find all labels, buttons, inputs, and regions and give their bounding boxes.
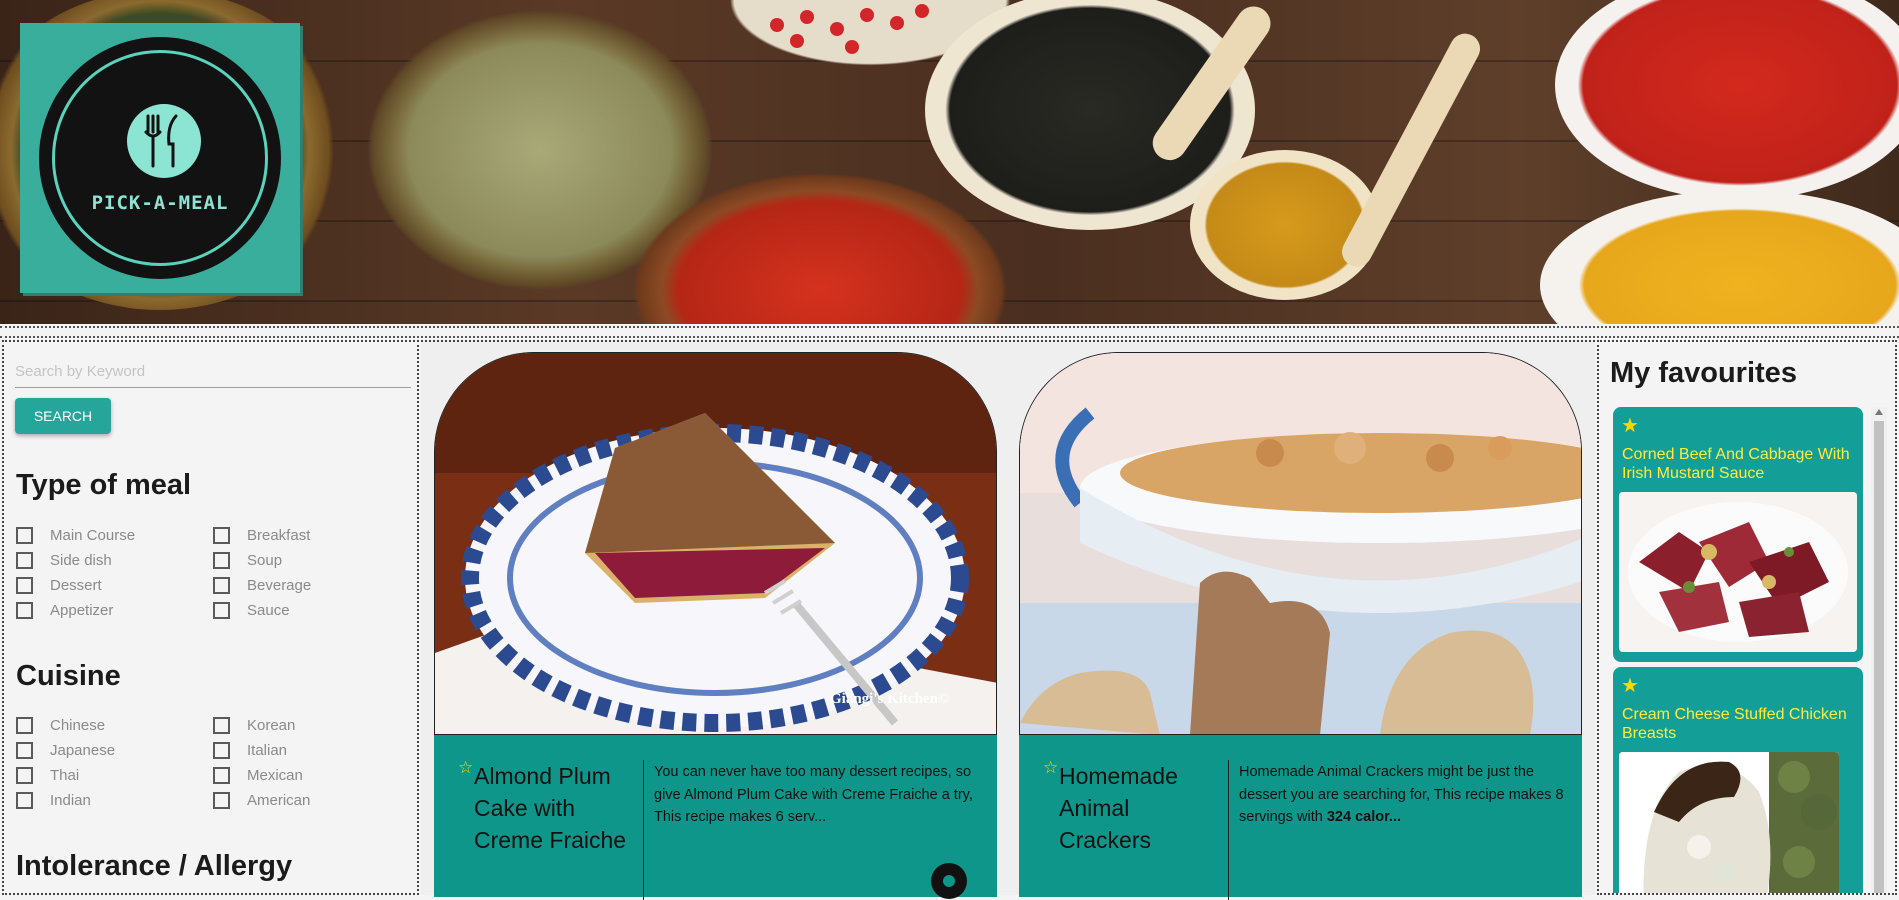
checkbox-italian[interactable]: Italian bbox=[213, 740, 287, 760]
checkbox-side-dish[interactable]: Side dish bbox=[16, 550, 112, 570]
header-banner: PICK-A-MEAL bbox=[0, 0, 1899, 324]
favourite-item[interactable]: ★ Cream Cheese Stuffed Chicken Breasts bbox=[1613, 667, 1863, 893]
favourites-heading: My favourites bbox=[1610, 357, 1797, 389]
recipe-description: Homemade Animal Crackers might be just t… bbox=[1239, 764, 1564, 825]
recipe-description: You can never have too many dessert reci… bbox=[654, 764, 973, 825]
checkbox-korean[interactable]: Korean bbox=[213, 715, 295, 735]
checkbox-japanese[interactable]: Japanese bbox=[16, 740, 115, 760]
favourite-name[interactable]: Corned Beef And Cabbage With Irish Musta… bbox=[1622, 445, 1857, 483]
checkbox-soup[interactable]: Soup bbox=[213, 550, 282, 570]
brand-logo[interactable]: PICK-A-MEAL bbox=[20, 23, 300, 293]
star-icon[interactable]: ★ bbox=[1621, 413, 1639, 438]
turmeric-spoon bbox=[1190, 150, 1380, 300]
logo-text: PICK-A-MEAL bbox=[91, 192, 229, 214]
curry-spoon bbox=[1540, 190, 1899, 324]
search-input[interactable] bbox=[15, 356, 411, 388]
search-button[interactable]: SEARCH bbox=[15, 398, 111, 434]
checkbox-beverage[interactable]: Beverage bbox=[213, 575, 311, 595]
scroll-up-icon[interactable] bbox=[1875, 409, 1883, 415]
recipe-image[interactable] bbox=[1019, 352, 1582, 734]
section-divider bbox=[0, 326, 1899, 338]
checkbox-dessert[interactable]: Dessert bbox=[16, 575, 102, 595]
chili-spoon bbox=[1555, 0, 1899, 200]
checkbox-breakfast[interactable]: Breakfast bbox=[213, 525, 310, 545]
star-outline-icon[interactable]: ☆ bbox=[1043, 758, 1058, 778]
checkbox-main-course[interactable]: Main Course bbox=[16, 525, 135, 545]
favourites-scrollbar[interactable] bbox=[1871, 407, 1887, 893]
star-outline-icon[interactable]: ☆ bbox=[458, 758, 473, 778]
filter-sidebar: SEARCH Type of meal Main Course Breakfas… bbox=[2, 340, 419, 895]
intolerance-heading: Intolerance / Allergy bbox=[16, 850, 293, 882]
favourites-panel: My favourites ★ Corned Beef And Cabbage … bbox=[1597, 340, 1897, 895]
checkbox-american[interactable]: American bbox=[213, 790, 310, 810]
scroll-thumb[interactable] bbox=[1874, 421, 1884, 893]
fork-knife-icon bbox=[127, 104, 201, 178]
favourite-image[interactable] bbox=[1619, 752, 1839, 893]
checkbox-sauce[interactable]: Sauce bbox=[213, 600, 290, 620]
meal-type-heading: Type of meal bbox=[16, 469, 192, 501]
checkbox-chinese[interactable]: Chinese bbox=[16, 715, 105, 735]
checkbox-mexican[interactable]: Mexican bbox=[213, 765, 303, 785]
star-icon[interactable]: ★ bbox=[1621, 673, 1639, 698]
recipe-results: Giangi's Kitchen© ☆ Almond Plum Cake wit… bbox=[421, 340, 1595, 900]
checkbox-appetizer[interactable]: Appetizer bbox=[16, 600, 113, 620]
image-watermark: Giangi's Kitchen© bbox=[830, 691, 949, 707]
recipe-card[interactable]: Giangi's Kitchen© ☆ Almond Plum Cake wit… bbox=[434, 352, 997, 900]
favourite-image[interactable] bbox=[1619, 492, 1857, 652]
checkbox-indian[interactable]: Indian bbox=[16, 790, 91, 810]
favourite-name[interactable]: Cream Cheese Stuffed Chicken Breasts bbox=[1622, 705, 1857, 743]
recipe-title[interactable]: Homemade Animal Crackers bbox=[1059, 760, 1219, 856]
more-button[interactable] bbox=[931, 863, 967, 899]
cuisine-heading: Cuisine bbox=[16, 660, 121, 692]
recipe-image[interactable]: Giangi's Kitchen© bbox=[434, 352, 997, 734]
recipe-title[interactable]: Almond Plum Cake with Creme Fraiche bbox=[474, 760, 634, 856]
recipe-card[interactable]: ☆ Homemade Animal Crackers Homemade Anim… bbox=[1019, 352, 1582, 900]
favourite-item[interactable]: ★ Corned Beef And Cabbage With Irish Mus… bbox=[1613, 407, 1863, 662]
checkbox-thai[interactable]: Thai bbox=[16, 765, 79, 785]
